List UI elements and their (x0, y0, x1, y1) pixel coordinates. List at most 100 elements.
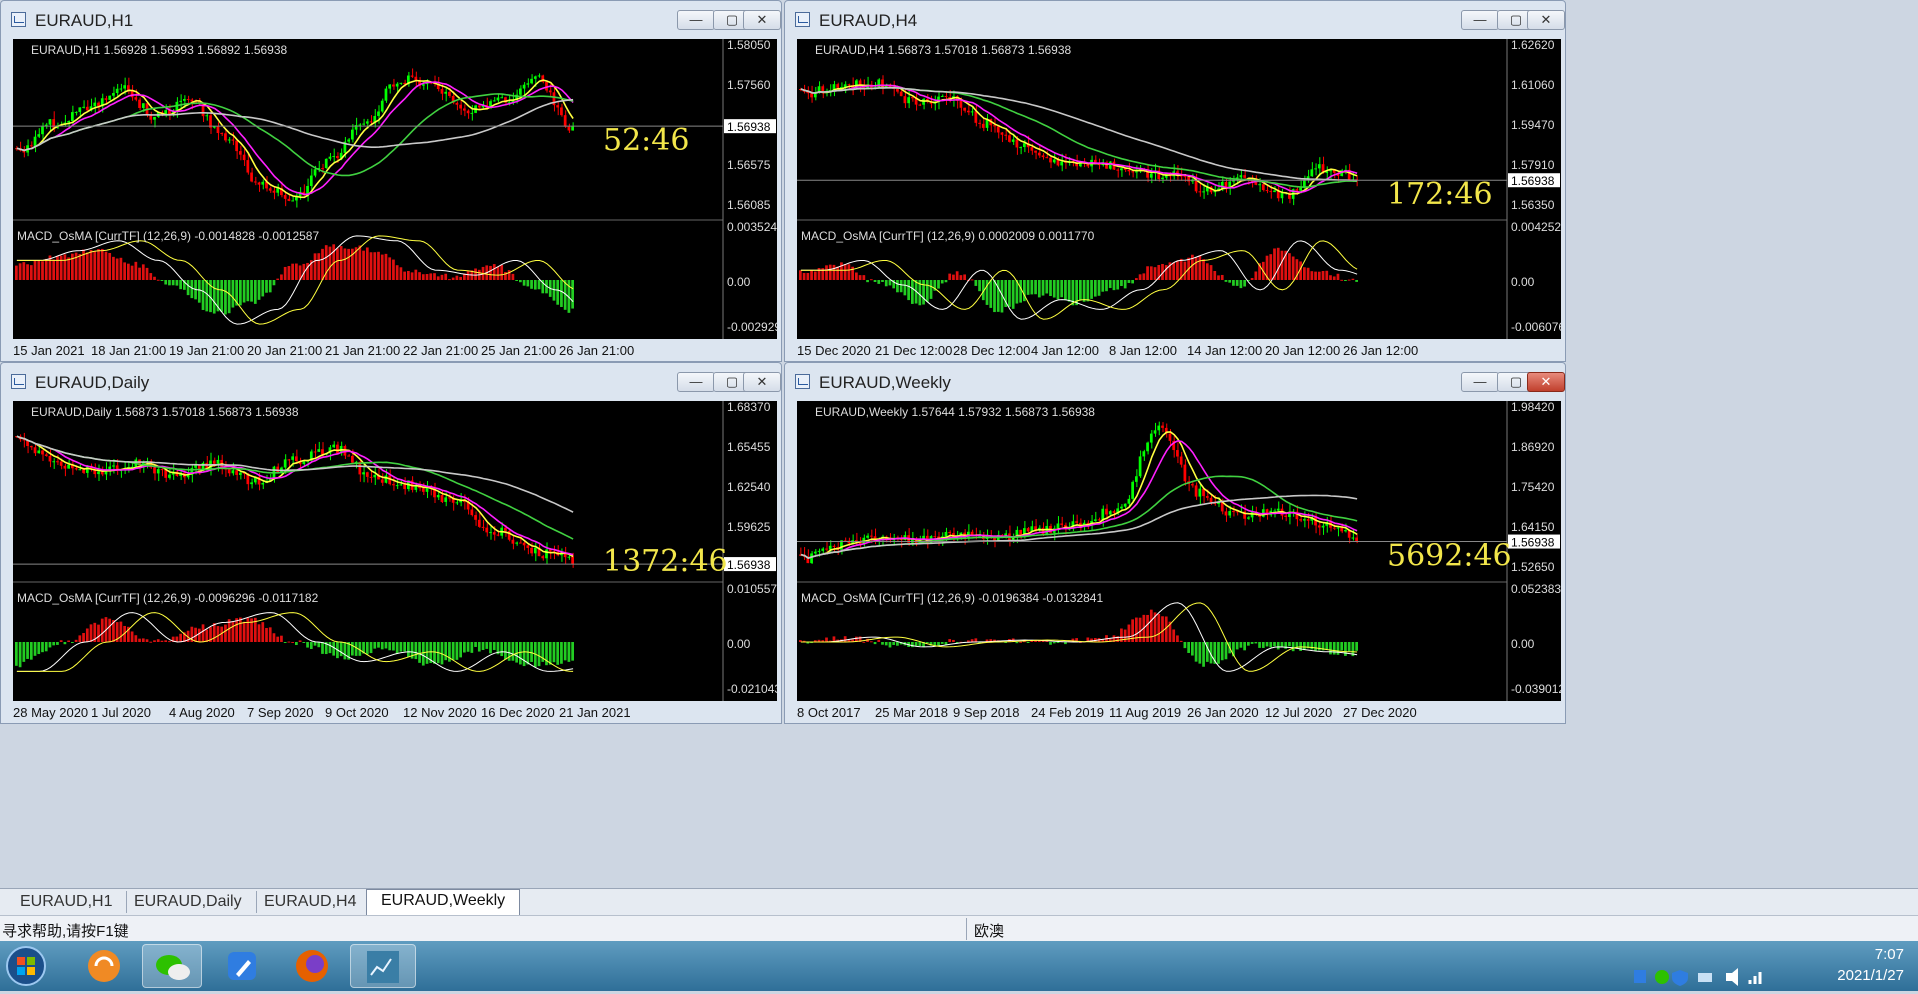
tab-euraud-h1[interactable]: EURAUD,H1 (6, 891, 128, 913)
macd-histogram-bar (317, 253, 321, 280)
moving-average-line (800, 84, 1358, 194)
macd-histogram-bar (283, 642, 287, 643)
current-price-label: 1.56938 (1511, 536, 1555, 550)
close-button[interactable]: ✕ (1527, 10, 1565, 30)
macd-histogram-bar (896, 642, 899, 646)
candle-body (1321, 525, 1325, 528)
chart-window-h1[interactable]: EURAUD,H1 — ▢ ✕ 1.580501.575601.570701.5… (0, 0, 782, 362)
tray-icons[interactable] (1630, 967, 1810, 987)
macd-histogram-bar (272, 633, 276, 642)
candle-body (1303, 519, 1306, 521)
window-titlebar[interactable]: EURAUD,H4 — ▢ ✕ (785, 1, 1565, 39)
candle-body (1075, 521, 1078, 523)
macd-histogram-bar (89, 249, 93, 280)
chart-window-h4[interactable]: EURAUD,H4 — ▢ ✕ 1.62620 1.61060 1.59470 1.5… (784, 0, 1566, 362)
macd-histogram-bar (1149, 266, 1153, 280)
start-button[interactable] (2, 944, 54, 988)
macd-histogram-bar (1049, 642, 1052, 645)
pen-note-icon (228, 952, 256, 980)
macd-histogram-bar (104, 251, 108, 280)
macd-histogram-bar (89, 624, 93, 642)
candle-body (1202, 191, 1205, 193)
minimize-button[interactable]: — (1461, 10, 1499, 30)
chart-canvas[interactable]: 1.580501.575601.570701.565751.560850.003… (13, 39, 777, 339)
macd-histogram-bar (164, 280, 168, 285)
time-axis-label: 8 Oct 2017 (797, 705, 861, 720)
chart-canvas[interactable]: 1.62620 1.61060 1.59470 1.57910 1.56350 0.004… (797, 39, 1561, 339)
candle-body (1052, 159, 1056, 163)
candle-body (29, 145, 33, 147)
tab-euraud-weekly[interactable]: EURAUD,Weekly (366, 889, 521, 915)
macd-histogram-bar (395, 642, 399, 654)
macd-histogram-bar (59, 255, 63, 280)
minimize-button[interactable]: — (677, 372, 715, 392)
macd-histogram-bar (261, 280, 265, 297)
chart-window-weekly[interactable]: EURAUD,Weekly — ▢ ✕ 1.98420 1.86920 1.7542… (784, 362, 1566, 724)
macd-histogram-bar (1250, 278, 1254, 280)
candle-body (291, 456, 294, 460)
taskbar-app-notes[interactable] (212, 944, 272, 988)
minimize-button[interactable]: — (1461, 372, 1499, 392)
macd-histogram-bar (1280, 642, 1284, 647)
macd-histogram-bar (15, 265, 18, 280)
candle-body (421, 488, 425, 492)
indicator-level-label: -0.0060761 (1511, 320, 1561, 334)
close-button[interactable]: ✕ (743, 10, 781, 30)
candle-body (1310, 169, 1314, 177)
candle-body (365, 121, 369, 124)
candle-body (220, 133, 224, 135)
window-titlebar[interactable]: EURAUD,Weekly — ▢ ✕ (785, 363, 1565, 401)
macd-histogram-bar (257, 280, 261, 300)
close-button[interactable]: ✕ (743, 372, 781, 392)
macd-histogram-bar (1123, 629, 1127, 642)
candle-body (1340, 527, 1344, 532)
macd-histogram-bar (1179, 640, 1183, 642)
window-titlebar[interactable]: EURAUD,H1 — ▢ ✕ (1, 1, 781, 39)
tab-euraud-h4[interactable]: EURAUD,H4 (250, 891, 372, 913)
candle-body (470, 509, 474, 516)
candle-body (560, 107, 563, 116)
macd-histogram-bar (1164, 265, 1168, 280)
candle-body (1116, 169, 1120, 171)
candle-body (1015, 139, 1019, 148)
chart-svg: 1.68370 1.65455 1.62540 1.59625 1.56938 0.010… (13, 401, 777, 701)
candle-body (1127, 169, 1131, 172)
macd-histogram-bar (280, 274, 283, 280)
macd-histogram-bar (212, 280, 216, 314)
taskbar-app-orange[interactable] (74, 944, 134, 988)
macd-histogram-bar (52, 259, 56, 280)
macd-histogram-bar (1280, 250, 1284, 280)
taskbar-app-firefox[interactable] (282, 944, 342, 988)
macd-histogram-bar (1116, 280, 1120, 290)
macd-histogram-bar (380, 642, 384, 650)
tab-euraud-daily[interactable]: EURAUD,Daily (120, 891, 257, 913)
candle-body (317, 449, 321, 452)
macd-histogram-bar (470, 642, 474, 653)
macd-histogram-bar (201, 624, 205, 642)
taskbar-app-wechat[interactable] (142, 944, 202, 988)
minimize-button[interactable]: — (677, 10, 715, 30)
macd-histogram-bar (799, 270, 802, 280)
candle-body (257, 182, 261, 185)
chart-canvas[interactable]: 1.98420 1.86920 1.75420 1.64150 1.52650 0.052… (797, 401, 1561, 701)
candle-body (332, 156, 336, 158)
macd-histogram-bar (1101, 280, 1105, 292)
taskbar-clock[interactable]: 7:07 2021/1/27 (1837, 944, 1904, 986)
chart-window-daily[interactable]: EURAUD,Daily — ▢ ✕ 1.68370 1.65455 1.62540… (0, 362, 782, 724)
time-axis-label: 4 Jan 12:00 (1031, 343, 1099, 358)
taskbar-app-trading[interactable] (350, 944, 416, 988)
window-titlebar[interactable]: EURAUD,Daily — ▢ ✕ (1, 363, 781, 401)
macd-histogram-bar (115, 258, 119, 280)
macd-histogram-bar (373, 252, 377, 280)
chart-canvas[interactable]: 1.68370 1.65455 1.62540 1.59625 1.56938 0.010… (13, 401, 777, 701)
macd-histogram-bar (216, 626, 220, 642)
macd-histogram-bar (869, 641, 873, 643)
macd-histogram-bar (138, 638, 141, 642)
close-button[interactable]: ✕ (1527, 372, 1565, 392)
macd-histogram-bar (511, 273, 515, 280)
macd-histogram-bar (265, 627, 268, 642)
candle-body (365, 472, 369, 477)
candle-body (291, 200, 294, 202)
macd-histogram-bar (1023, 280, 1026, 302)
candle-body (1187, 176, 1190, 182)
